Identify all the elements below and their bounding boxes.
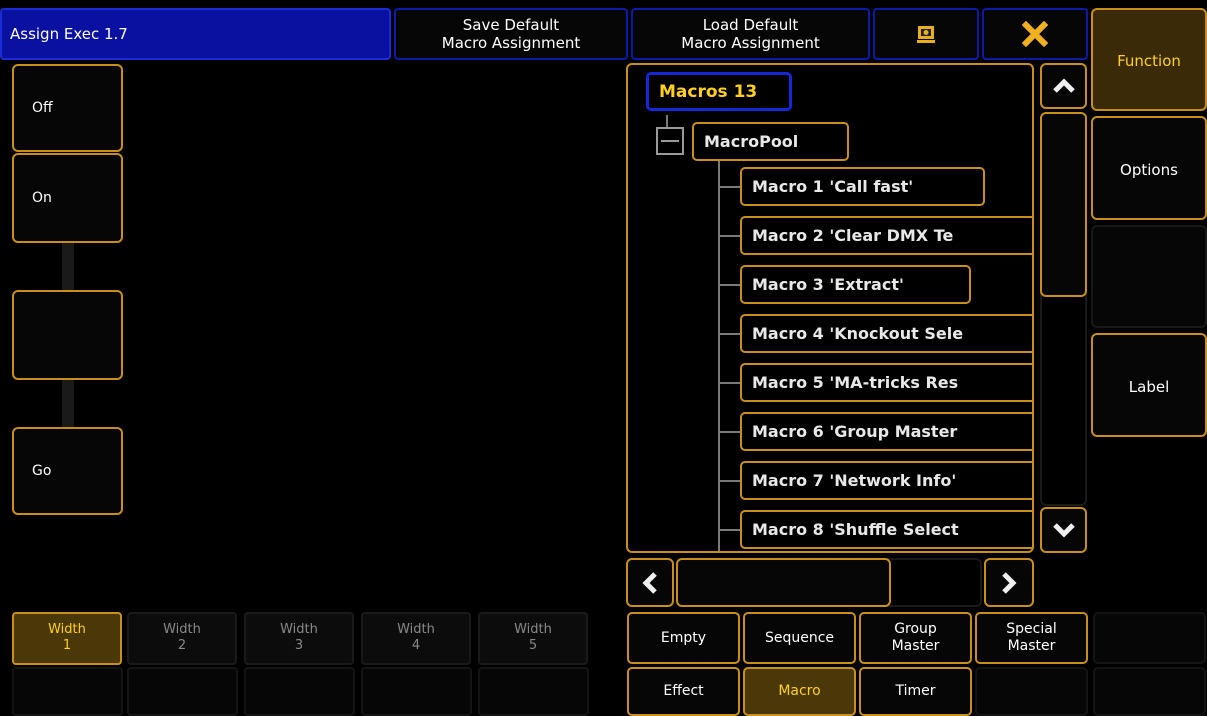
tree-node-macropool[interactable]: MacroPool	[692, 122, 849, 161]
window-title: Assign Exec 1.7	[0, 8, 391, 60]
tree-item-macro[interactable]: Macro 8 'Shuffle Select	[740, 510, 1032, 549]
tree-item-macro[interactable]: Macro 3 'Extract'	[740, 265, 971, 304]
close-icon	[1022, 21, 1048, 47]
group-master-function-button[interactable]: Group Master	[859, 612, 972, 664]
chevron-down-icon	[1052, 523, 1075, 538]
sequence-function-button[interactable]: Sequence	[743, 612, 856, 664]
fader-button[interactable]	[12, 290, 123, 380]
scroll-up-button[interactable]	[1040, 63, 1087, 109]
empty-cell	[127, 667, 238, 716]
width-tab-label: Width	[280, 622, 318, 637]
scroll-right-button[interactable]	[984, 558, 1034, 607]
empty-cell	[244, 667, 355, 716]
go-button[interactable]: Go	[12, 427, 123, 515]
empty-cell	[1093, 612, 1206, 664]
empty-cell	[361, 667, 472, 716]
tree-item-macro[interactable]: Macro 1 'Call fast'	[740, 167, 985, 206]
special-master-function-button[interactable]: Special Master	[975, 612, 1088, 664]
timer-function-button[interactable]: Timer	[859, 667, 972, 716]
macro-tree: Macros 13 MacroPool Macro 1 'Call fast' …	[626, 63, 1034, 553]
chevron-right-icon	[1002, 571, 1017, 594]
scroll-down-button[interactable]	[1040, 507, 1087, 553]
empty-cell	[1093, 667, 1206, 716]
width-tab-label: Width	[397, 622, 435, 637]
tree-item-macro[interactable]: Macro 5 'MA-tricks Res	[740, 363, 1032, 402]
width-tab-value: 1	[62, 638, 72, 653]
side-empty-button[interactable]	[1091, 225, 1207, 328]
tree-item-macro[interactable]: Macro 2 'Clear DMX Te	[740, 216, 1032, 255]
collapse-icon[interactable]	[656, 127, 684, 155]
width-tab-1[interactable]: Width 1	[12, 612, 122, 665]
width-tab-5[interactable]: Width 5	[478, 612, 588, 665]
tree-item-macro[interactable]: Macro 7 'Network Info'	[740, 461, 1032, 500]
fader-track-upper	[62, 243, 74, 290]
on-button[interactable]: On	[12, 153, 123, 243]
tree-root-macros[interactable]: Macros 13	[646, 72, 792, 111]
side-label-button[interactable]: Label	[1091, 333, 1207, 437]
macro-function-button[interactable]: Macro	[743, 667, 856, 716]
empty-cell	[12, 667, 123, 716]
width-tab-value: 3	[294, 638, 304, 653]
close-button[interactable]	[982, 8, 1088, 60]
side-function-button[interactable]: Function	[1091, 8, 1207, 111]
fader-track-lower	[62, 380, 74, 427]
effect-function-button[interactable]: Effect	[627, 667, 740, 716]
width-tab-value: 2	[177, 638, 187, 653]
chevron-up-icon	[1052, 78, 1075, 93]
width-tab-label: Width	[514, 622, 552, 637]
scroll-left-button[interactable]	[626, 558, 674, 607]
tree-item-macro[interactable]: Macro 4 'Knockout Sele	[740, 314, 1032, 353]
width-tab-value: 5	[528, 638, 538, 653]
screenshot-button[interactable]	[873, 8, 979, 60]
save-default-button[interactable]: Save Default Macro Assignment	[394, 8, 628, 60]
off-button[interactable]: Off	[12, 64, 123, 152]
width-tab-3[interactable]: Width 3	[244, 612, 354, 665]
width-tab-value: 4	[411, 638, 421, 653]
chevron-left-icon	[642, 571, 657, 594]
empty-function-button[interactable]: Empty	[627, 612, 740, 664]
width-tab-label: Width	[48, 622, 86, 637]
empty-cell	[975, 667, 1088, 716]
width-tab-4[interactable]: Width 4	[361, 612, 471, 665]
screen-icon	[917, 26, 935, 43]
side-options-button[interactable]: Options	[1091, 116, 1207, 220]
tree-item-macro[interactable]: Macro 6 'Group Master	[740, 412, 1032, 451]
load-default-button[interactable]: Load Default Macro Assignment	[631, 8, 870, 60]
width-tab-label: Width	[163, 622, 201, 637]
h-scroll-thumb[interactable]	[676, 558, 891, 607]
empty-cell	[478, 667, 589, 716]
width-tab-2[interactable]: Width 2	[127, 612, 237, 665]
scroll-thumb[interactable]	[1040, 112, 1087, 297]
